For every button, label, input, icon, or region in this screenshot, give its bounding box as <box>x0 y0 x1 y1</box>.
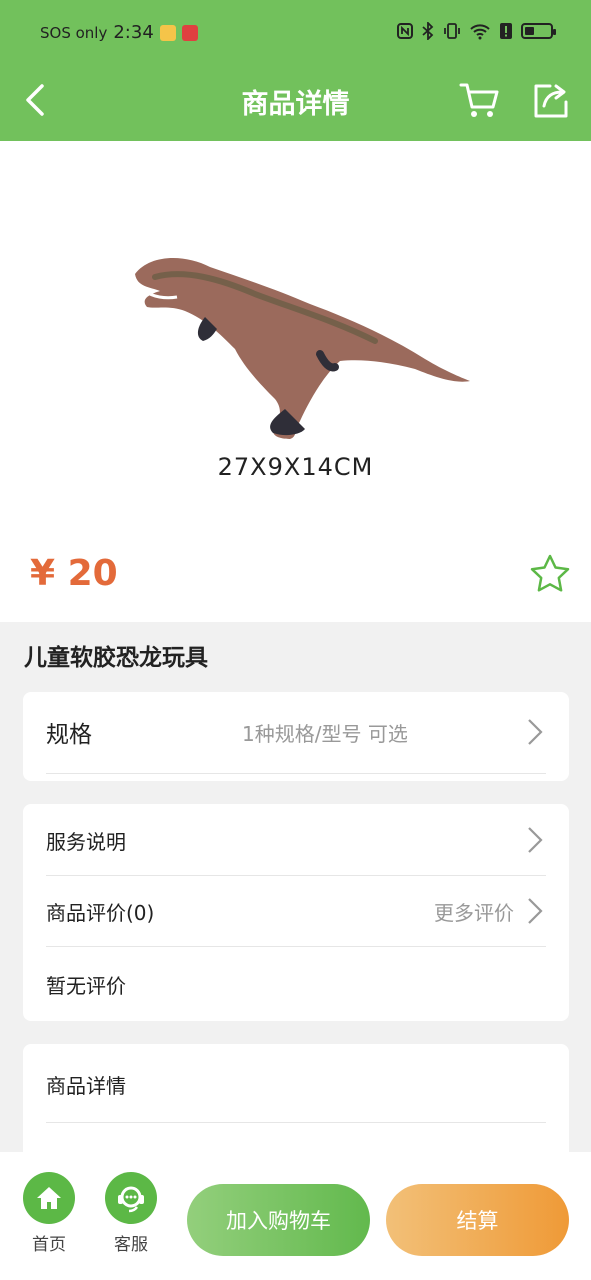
product-name: 儿童软胶恐龙玩具 <box>24 645 208 671</box>
divider <box>46 773 546 774</box>
service-label: 服务说明 <box>46 829 126 854</box>
share-icon[interactable] <box>528 78 572 122</box>
reviews-label: 商品评价(0) <box>46 900 155 925</box>
chevron-right-icon <box>528 898 543 924</box>
product-price: ¥ 20 <box>30 553 118 594</box>
image-caption: 27X9X14CM <box>217 453 374 481</box>
home-icon <box>37 1187 61 1209</box>
spec-value: 1种规格/型号 可选 <box>242 721 408 746</box>
customer-service-tab[interactable]: 客服 <box>96 1172 166 1255</box>
price-row: ¥ 20 <box>0 539 591 622</box>
home-icon-circle <box>23 1172 75 1224</box>
wifi-icon <box>470 24 490 40</box>
home-tab[interactable]: 首页 <box>14 1172 84 1255</box>
chevron-right-icon <box>528 719 543 745</box>
product-image-area[interactable]: 27X9X14CM <box>0 141 591 539</box>
details-card: 商品详情 <box>23 1044 569 1164</box>
home-label: 首页 <box>32 1235 66 1255</box>
vibrate-icon <box>444 23 460 39</box>
product-image <box>135 257 470 439</box>
service-row[interactable]: 服务说明 <box>46 804 546 876</box>
divider <box>46 1122 546 1123</box>
cart-icon[interactable] <box>458 78 502 122</box>
status-right <box>397 22 556 40</box>
favorite-star-icon[interactable] <box>528 552 572 596</box>
page-title: 商品详情 <box>241 89 350 120</box>
spec-card[interactable]: 规格 1种规格/型号 可选 <box>23 692 569 781</box>
bluetooth-icon <box>422 22 434 40</box>
app-notification-icon <box>181 24 198 41</box>
bottom-bar: 首页 客服 加入购物车 结算 <box>0 1152 591 1280</box>
carrier-text: SOS only <box>40 23 108 42</box>
service-icon-circle <box>105 1172 157 1224</box>
top-bar: SOS only 2:34 商品详情 <box>0 0 591 141</box>
status-bar: SOS only 2:34 <box>0 0 591 64</box>
clock: 2:34 <box>113 22 154 43</box>
no-reviews-row: 暂无评价 <box>46 947 546 1021</box>
battery-icon <box>521 23 556 39</box>
notification-icon <box>159 24 176 41</box>
checkout-button[interactable]: 结算 <box>386 1184 569 1256</box>
reviews-row[interactable]: 商品评价(0) 更多评价 <box>46 876 546 946</box>
status-left: SOS only 2:34 <box>40 22 198 43</box>
headset-icon <box>118 1186 144 1213</box>
details-label: 商品详情 <box>46 1073 126 1098</box>
add-to-cart-button[interactable]: 加入购物车 <box>187 1184 370 1256</box>
nfc-icon <box>397 23 413 39</box>
spec-label: 规格 <box>46 722 92 748</box>
no-reviews-text: 暂无评价 <box>46 973 126 998</box>
service-review-card: 服务说明 商品评价(0) 更多评价 暂无评价 <box>23 804 569 1021</box>
service-label: 客服 <box>114 1235 148 1255</box>
header: 商品详情 <box>0 64 591 141</box>
alert-icon <box>500 23 512 39</box>
more-reviews-link[interactable]: 更多评价 <box>434 897 514 926</box>
chevron-right-icon <box>528 827 543 853</box>
